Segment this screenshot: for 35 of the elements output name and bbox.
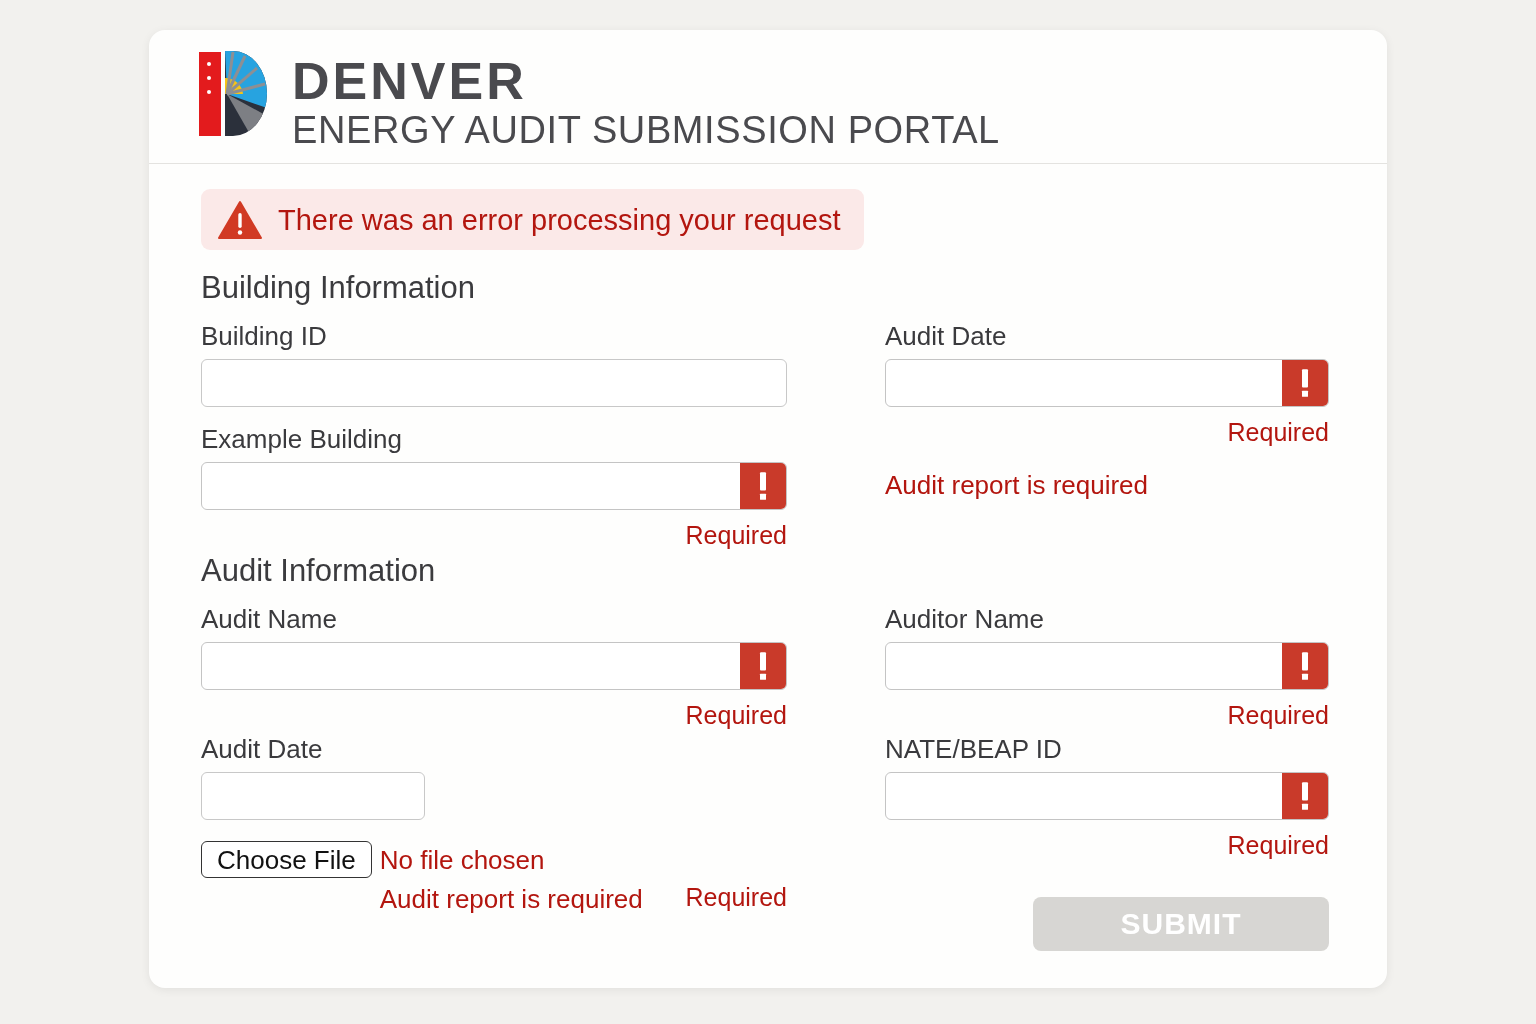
- field-label: Auditor Name: [885, 604, 1044, 634]
- choose-file-button[interactable]: Choose File: [201, 841, 372, 878]
- field-label: Building ID: [201, 321, 327, 351]
- exclamation-icon: [1282, 773, 1328, 819]
- validation-message: Audit report is required: [885, 470, 1149, 500]
- exclamation-icon: [740, 643, 786, 689]
- section-heading: Building Information: [201, 271, 475, 305]
- field-label: NATE/BEAP ID: [885, 734, 1062, 764]
- exclamation-icon: [740, 463, 786, 509]
- input-field[interactable]: [201, 642, 787, 690]
- validation-message: Required: [1227, 700, 1329, 730]
- input-field[interactable]: [201, 359, 787, 407]
- field-label: Audit Name: [201, 604, 337, 634]
- validation-message: Required: [1227, 830, 1329, 860]
- field-label: Audit Date: [885, 321, 1007, 351]
- input-field[interactable]: [885, 642, 1329, 690]
- section-heading: Audit Information: [201, 554, 436, 588]
- input-field[interactable]: [885, 359, 1329, 407]
- file-status: No file chosen: [379, 844, 545, 875]
- field-label: Audit Date: [201, 734, 323, 764]
- validation-message: Audit report is required: [379, 884, 643, 914]
- portal-subtitle: ENERGY AUDIT SUBMISSION PORTAL: [292, 111, 1000, 149]
- input-field[interactable]: [201, 462, 787, 510]
- field-label: Example Building: [201, 424, 402, 454]
- validation-message: Required: [685, 881, 787, 912]
- warning-icon: [218, 199, 262, 240]
- portal-title: DENVER: [292, 55, 527, 107]
- validation-message: Required: [685, 520, 787, 550]
- input-field[interactable]: [201, 772, 425, 820]
- error-message: There was an error processing your request: [278, 202, 841, 237]
- input-field[interactable]: [885, 772, 1329, 820]
- validation-message: Required: [1227, 417, 1329, 447]
- validation-message: Required: [685, 700, 787, 730]
- exclamation-icon: [1282, 360, 1328, 406]
- exclamation-icon: [1282, 643, 1328, 689]
